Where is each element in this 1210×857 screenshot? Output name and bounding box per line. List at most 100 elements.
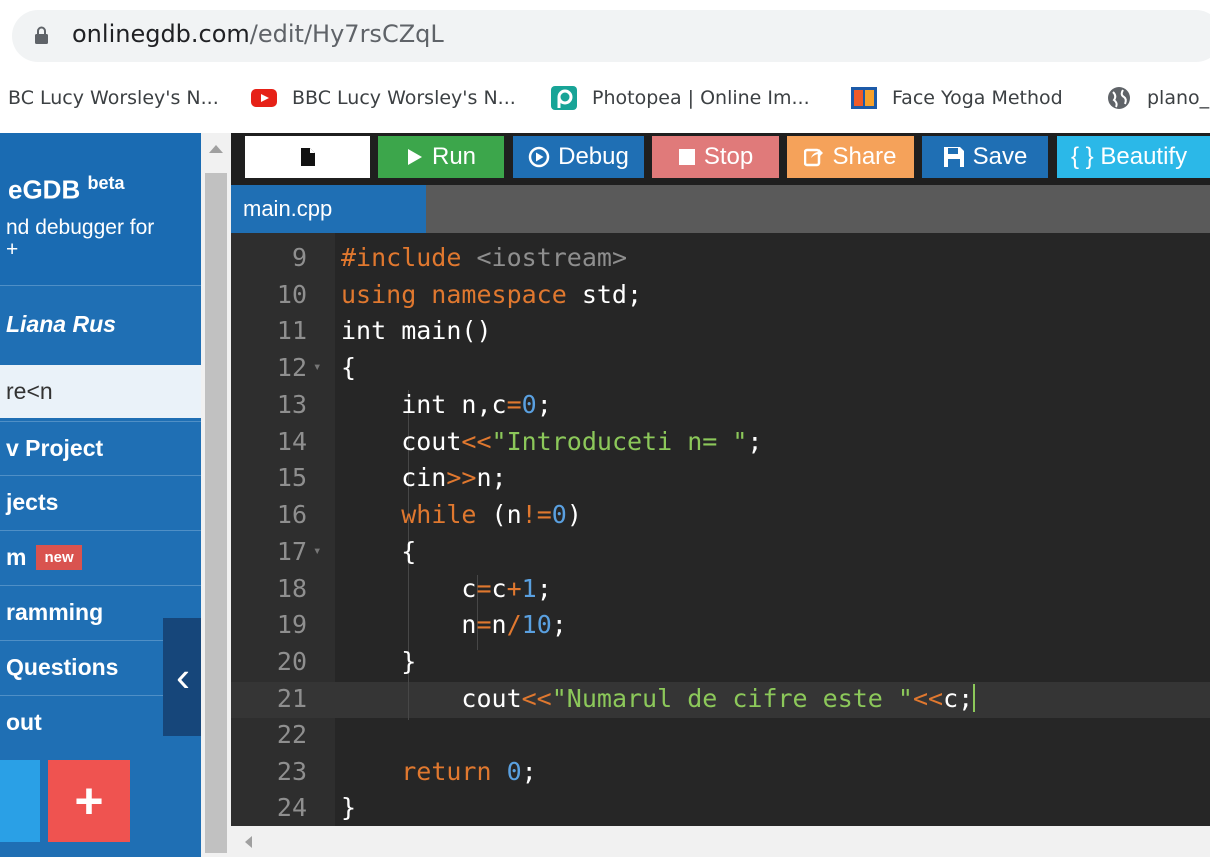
play-icon (407, 149, 422, 165)
fold-icon[interactable]: ▾ (313, 359, 321, 375)
line-number: 15 (276, 463, 307, 492)
scrollbar-thumb[interactable] (205, 173, 227, 853)
sidebar: eGDB beta nd debugger for + Liana Rus re<… (0, 133, 201, 857)
sidebar-item-label: ramming (6, 598, 104, 625)
beautify-label: { } Beautify (1071, 143, 1188, 170)
debug-label: Debug (558, 143, 629, 170)
scroll-left-icon[interactable] (245, 836, 252, 848)
line-number: 12 (276, 353, 307, 382)
code-line: 24} (231, 793, 1210, 830)
code-line: 22 (231, 720, 1210, 757)
url-text[interactable]: onlinegdb.com/edit/Hy7rsCZqL (72, 20, 444, 48)
sidebar-item-classroom[interactable]: m new (0, 530, 201, 583)
sidebar-header: eGDB beta nd debugger for + (0, 133, 201, 285)
run-button[interactable]: Run (378, 136, 504, 178)
sidebar-item-label: out (6, 708, 42, 735)
sidebar-scrollbar[interactable] (201, 133, 231, 857)
line-content: using namespace std; (341, 280, 643, 309)
line-content: { (341, 537, 417, 566)
file-icon (300, 148, 315, 166)
bookmark-label: Photopea | Online Im... (592, 87, 810, 109)
logo[interactable]: eGDB beta (8, 173, 125, 206)
stop-button[interactable]: Stop (652, 136, 779, 178)
share-button[interactable]: Share (787, 136, 914, 178)
bookmark-3[interactable]: Photopea | Online Im... (550, 83, 810, 113)
line-number: 22 (276, 720, 307, 749)
sidebar-item-label: v Project (6, 434, 104, 461)
logo-beta: beta (87, 173, 125, 193)
tab-label: main.cpp (243, 196, 333, 221)
line-number: 24 (276, 793, 307, 822)
address-bar: onlinegdb.com/edit/Hy7rsCZqL (0, 0, 1210, 68)
code-line: 23 return 0; (231, 757, 1210, 794)
tagline-line-2: + (6, 238, 19, 261)
tagline-line-1: nd debugger for (6, 216, 155, 239)
social-button[interactable] (0, 760, 40, 842)
share-label: Share (832, 143, 897, 170)
sidebar-current-project[interactable]: re<n (0, 365, 201, 418)
save-button[interactable]: Save (922, 136, 1048, 178)
line-content: cout<<"Introduceti n= "; (341, 427, 763, 456)
line-number: 9 (291, 243, 307, 272)
tab-main-cpp[interactable]: main.cpp (231, 185, 426, 233)
bookmark-1[interactable]: BC Lucy Worsley's N... (8, 83, 219, 113)
sidebar-item-label: m (6, 543, 27, 570)
lock-icon (35, 26, 48, 44)
line-number: 13 (276, 390, 307, 419)
face-yoga-icon (851, 87, 877, 109)
file-button[interactable] (245, 136, 370, 178)
sidebar-item-label: Questions (6, 653, 119, 680)
code-line: 13 int n,c=0; (231, 390, 1210, 427)
line-content: } (341, 793, 357, 822)
chevron-left-icon: ‹ (176, 653, 190, 700)
collapse-sidebar-button[interactable]: ‹ (163, 618, 201, 736)
line-number: 18 (276, 574, 307, 603)
plus-icon: + (74, 773, 104, 829)
code-line: 15 cin>>n; (231, 463, 1210, 500)
new-badge: new (36, 544, 82, 570)
url-host: onlinegdb.com (72, 20, 250, 48)
line-content: #include <iostream> (341, 243, 627, 272)
share-icon (804, 148, 824, 167)
code-line: 17 ▾ { (231, 537, 1210, 574)
line-content: n=n/10; (341, 610, 567, 639)
youtube-icon (251, 89, 277, 107)
line-number: 19 (276, 610, 307, 639)
bookmark-4[interactable]: Face Yoga Method (850, 83, 1063, 113)
bookmark-5[interactable]: plano_ (1105, 83, 1209, 113)
editor-horizontal-scrollbar[interactable] (231, 826, 1210, 857)
logo-text: eGDB (8, 174, 81, 205)
tagline: nd debugger for + (6, 217, 154, 261)
code-line: 18 c=c+1; (231, 574, 1210, 611)
line-content: cout<<"Numarul de cifre este "<<c; (341, 684, 976, 713)
line-number: 11 (276, 316, 307, 345)
plus-button[interactable]: + (48, 760, 130, 842)
debug-button[interactable]: Debug (513, 136, 644, 178)
code-line: 11 int main() (231, 316, 1210, 353)
line-content: c=c+1; (341, 574, 552, 603)
stop-icon (678, 149, 695, 165)
code-line: 21 cout<<"Numarul de cifre este "<<c; (231, 684, 1210, 721)
line-content: int n,c=0; (341, 390, 552, 419)
line-number: 20 (276, 647, 307, 676)
beautify-button[interactable]: { } Beautify (1057, 136, 1210, 178)
line-number: 17 (276, 537, 307, 566)
scroll-up-icon[interactable] (209, 145, 223, 153)
bookmarks-bar: BC Lucy Worsley's N... BBC Lucy Worsley'… (0, 75, 1210, 121)
sidebar-user[interactable]: Liana Rus (0, 285, 201, 363)
sidebar-item-new-project[interactable]: v Project (0, 421, 201, 474)
debug-icon (528, 146, 550, 168)
line-number: 23 (276, 757, 307, 786)
line-content: } (341, 647, 417, 676)
line-content: cin>>n; (341, 463, 507, 492)
bookmark-label: BC Lucy Worsley's N... (8, 87, 219, 109)
code-line: 16 while (n!=0) (231, 500, 1210, 537)
current-project-name: re<n (6, 378, 53, 404)
stop-label: Stop (703, 143, 754, 170)
code-line: 19 n=n/10; (231, 610, 1210, 647)
line-content: return 0; (401, 757, 537, 786)
fold-icon[interactable]: ▾ (313, 543, 321, 559)
bookmark-2[interactable]: BBC Lucy Worsley's N... (250, 83, 516, 113)
save-icon (943, 147, 964, 167)
sidebar-item-projects[interactable]: jects (0, 475, 201, 528)
